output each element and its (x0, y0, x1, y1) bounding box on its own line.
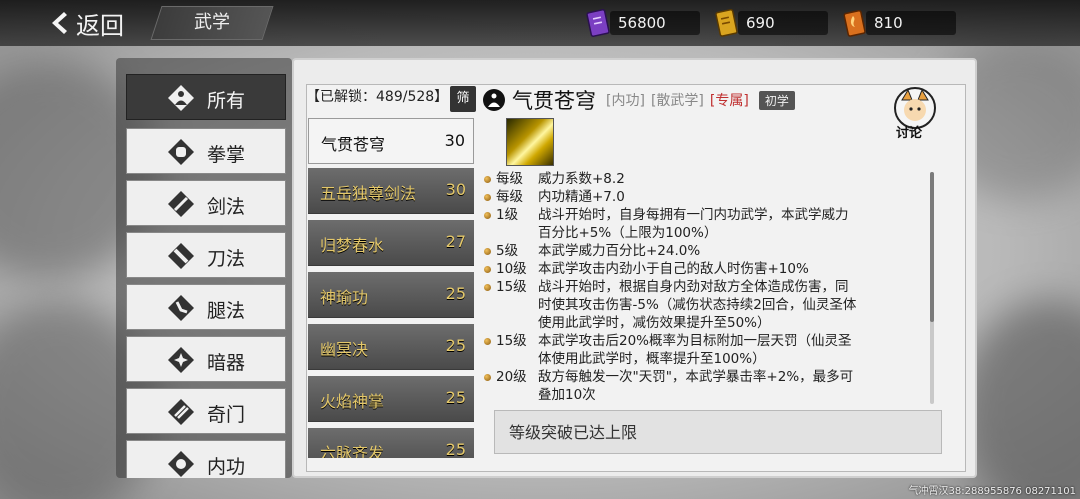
shuriken-icon (168, 347, 194, 373)
unlocked-count: 【已解锁：489/528】 (306, 89, 449, 105)
player-id-footer: 气冲霄汉38:288955876 08271101 (908, 486, 1076, 497)
currency-orange[interactable]: 810 (838, 8, 956, 38)
skill-effects-list: 每级 威力系数+8.2 每级 内功精通+7.0 1级 战斗开始时，自身每拥有一门内功武… (484, 170, 928, 408)
skill-level: 30 (444, 131, 465, 150)
effect-level: 1级 (496, 207, 519, 223)
currency-gold[interactable]: 690 (710, 8, 828, 38)
category-label: 剑法 (207, 196, 246, 218)
category-nav: 所有 拳掌 剑法 刀法 腿法 暗器 奇门 内功 (116, 58, 292, 478)
category-hidden-weapon[interactable]: 暗器 (126, 336, 286, 382)
skill-row[interactable]: 六脉齐发 25 (308, 428, 474, 458)
all-figure-icon (168, 85, 194, 111)
skill-row[interactable]: 归梦春水 27 (308, 220, 474, 266)
skill-row[interactable]: 幽冥决 25 (308, 324, 474, 370)
skill-level: 27 (445, 232, 466, 251)
category-label: 暗器 (207, 352, 246, 374)
inner-power-type-icon (483, 89, 505, 111)
skill-name: 气贯苍穹 (321, 135, 386, 154)
effect-row: 15级 战斗开始时，根据自身内劲对敌方全体造成伤害，同 时使其攻击伤害-5%（减伤… (484, 278, 928, 332)
currency-orange-value: 810 (866, 11, 956, 35)
category-blade[interactable]: 刀法 (126, 232, 286, 278)
effect-text: 战斗开始时，自身每拥有一门内功武学，本武学威力 百分比+5%（上限为100%） (538, 207, 849, 241)
effect-row: 10级 本武学攻击内劲小于自己的敌人时伤害+10% (484, 260, 928, 278)
skill-level: 25 (445, 284, 466, 303)
category-inner-power[interactable]: 内功 (126, 440, 286, 478)
category-label: 腿法 (207, 300, 246, 322)
currency-gold-value: 690 (738, 11, 828, 35)
sword-icon (168, 191, 194, 217)
effect-level: 每级 (496, 189, 523, 205)
skill-name: 归梦春水 (320, 236, 385, 255)
skill-name: 幽冥决 (320, 340, 369, 359)
filter-button[interactable]: 筛 (450, 86, 476, 112)
skill-row[interactable]: 气贯苍穹 30 (308, 118, 474, 164)
skill-row[interactable]: 火焰神掌 25 (308, 376, 474, 422)
category-label: 内功 (207, 456, 246, 478)
skill-level: 25 (445, 388, 466, 407)
skill-detail-header: 气贯苍穹 [内功] [散武学] [专属] 初学 (482, 86, 795, 114)
category-fist[interactable]: 拳掌 (126, 128, 286, 174)
effect-row: 每级 威力系数+8.2 (484, 170, 928, 188)
page-title: 武学 (194, 12, 230, 33)
skill-list: 气贯苍穹 30 五岳独尊剑法 30 归梦春水 27 神瑜功 25 幽冥决 25 … (308, 118, 474, 458)
skill-exclusive-tag: [专属] (709, 93, 749, 109)
effect-level: 15级 (496, 333, 527, 349)
effect-text: 威力系数+8.2 (538, 171, 625, 187)
skill-type-tag: [内功] (606, 93, 645, 109)
kick-icon (168, 295, 194, 321)
currency-purple-value: 56800 (610, 11, 700, 35)
back-label: 返回 (76, 11, 124, 40)
category-strange[interactable]: 奇门 (126, 388, 286, 434)
skill-school-tag: [散武学] (650, 93, 704, 109)
effect-level: 10级 (496, 261, 527, 277)
skill-name: 六脉齐发 (320, 444, 385, 458)
category-sword[interactable]: 剑法 (126, 180, 286, 226)
skill-title: 气贯苍穹 (512, 89, 596, 113)
category-all[interactable]: 所有 (126, 74, 286, 120)
effect-row: 15级 本武学攻击后20%概率为目标附加一层天罚（仙灵圣 体使用此武学时，概率提升… (484, 332, 928, 368)
effect-row: 每级 内功精通+7.0 (484, 188, 928, 206)
skill-level: 30 (445, 180, 466, 199)
effect-text: 本武学攻击内劲小于自己的敌人时伤害+10% (538, 261, 809, 277)
skill-name: 五岳独尊剑法 (320, 184, 417, 203)
strange-weapon-icon (168, 399, 194, 425)
skill-name: 火焰神掌 (320, 392, 385, 411)
skill-rank-badge: 初学 (758, 90, 795, 110)
category-label: 奇门 (207, 404, 246, 426)
back-button[interactable]: 返回 (48, 6, 124, 40)
scrollbar-thumb[interactable] (930, 172, 934, 322)
effects-scrollbar[interactable] (930, 172, 934, 404)
currency-purple[interactable]: 56800 (582, 8, 700, 38)
inner-power-icon (168, 451, 194, 477)
effect-text: 本武学威力百分比+24.0% (538, 243, 701, 259)
skill-thumbnail (506, 118, 554, 166)
level-break-status: 等级突破已达上限 (494, 410, 942, 454)
fist-icon (168, 139, 194, 165)
category-label: 拳掌 (207, 144, 246, 166)
skill-row[interactable]: 五岳独尊剑法 30 (308, 168, 474, 214)
discuss-label[interactable]: 讨论 (896, 122, 922, 141)
blade-icon (168, 243, 194, 269)
category-kick[interactable]: 腿法 (126, 284, 286, 330)
category-label: 所有 (207, 90, 246, 112)
skill-level: 25 (445, 336, 466, 355)
effect-text: 战斗开始时，根据自身内劲对敌方全体造成伤害，同 时使其攻击伤害-5%（减伤状态持… (538, 279, 857, 331)
effect-text: 本武学攻击后20%概率为目标附加一层天罚（仙灵圣 体使用此武学时，概率提升至10… (538, 333, 852, 367)
skill-level: 25 (445, 440, 466, 458)
effect-text: 内功精通+7.0 (538, 189, 625, 205)
effect-level: 每级 (496, 171, 523, 187)
chevron-left-icon (52, 12, 67, 34)
effect-level: 5级 (496, 243, 519, 259)
effect-row: 5级 本武学威力百分比+24.0% (484, 242, 928, 260)
effect-level: 15级 (496, 279, 527, 295)
skill-name: 神瑜功 (320, 288, 369, 307)
effect-text: 敌方每触发一次"天罚"，本武学暴击率+2%，最多可 叠加10次 (538, 369, 854, 403)
effect-row: 20级 敌方每触发一次"天罚"，本武学暴击率+2%，最多可 叠加10次 (484, 368, 928, 404)
effect-row: 1级 战斗开始时，自身每拥有一门内功武学，本武学威力 百分比+5%（上限为100%… (484, 206, 928, 242)
category-label: 刀法 (207, 248, 246, 270)
effect-level: 20级 (496, 369, 527, 385)
skill-row[interactable]: 神瑜功 25 (308, 272, 474, 318)
